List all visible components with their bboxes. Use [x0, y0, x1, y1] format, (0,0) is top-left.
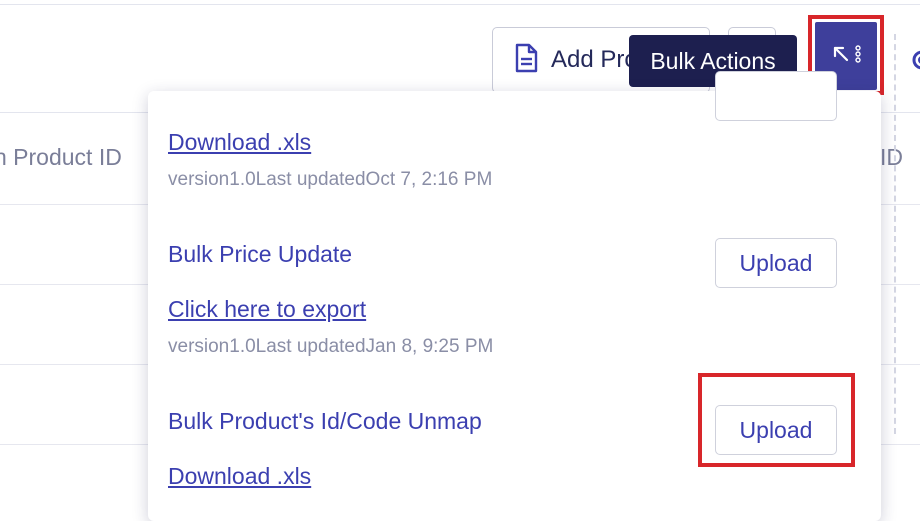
- section-meta: version1.0Last updatedJan 8, 9:25 PM: [168, 336, 494, 357]
- column-header-product-id: n Product ID: [0, 144, 122, 170]
- gear-icon[interactable]: [910, 40, 920, 80]
- document-icon: [513, 43, 539, 78]
- column-header-id: ID: [880, 144, 903, 170]
- upload-button[interactable]: [715, 71, 837, 121]
- download-xls-link[interactable]: Download .xls: [168, 129, 311, 156]
- add-product-label: Add Pro: [551, 46, 638, 73]
- arrow-up-left-icon: [831, 44, 851, 69]
- kebab-menu-icon: [855, 44, 861, 69]
- top-border: [0, 4, 920, 5]
- section-meta: version1.0Last updatedOct 7, 2:16 PM: [168, 169, 493, 190]
- download-xls-link[interactable]: Download .xls: [168, 463, 311, 490]
- bulk-unmap-upload-button[interactable]: Upload: [715, 405, 837, 455]
- column-divider: [894, 34, 896, 434]
- bulk-actions-dropdown: Download .xls version1.0Last updatedOct …: [148, 71, 881, 521]
- export-link[interactable]: Click here to export: [168, 296, 366, 323]
- bulk-unmap-title: Bulk Product's Id/Code Unmap: [168, 408, 482, 434]
- bulk-price-update-title: Bulk Price Update: [168, 241, 353, 267]
- bulk-price-upload-button[interactable]: Upload: [715, 238, 837, 288]
